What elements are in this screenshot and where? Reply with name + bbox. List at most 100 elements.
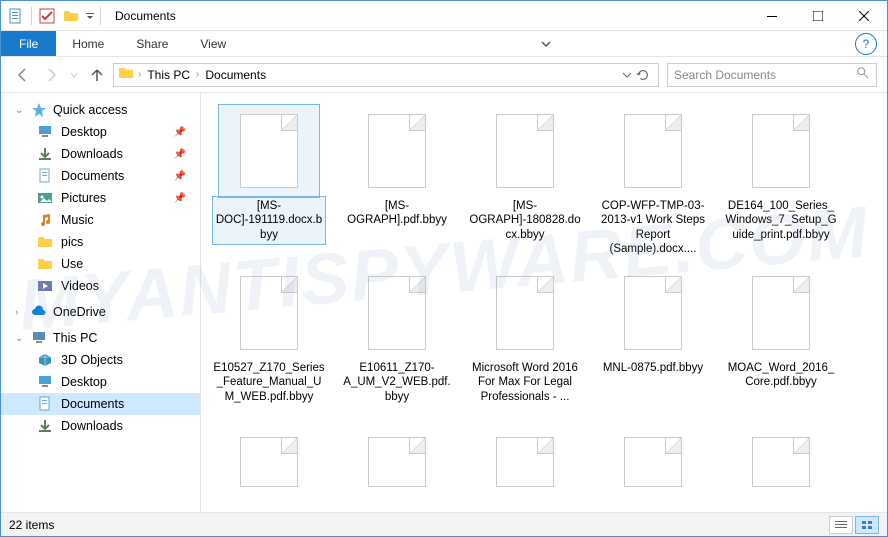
sidebar-item-3d-objects[interactable]: 3D Objects: [1, 349, 200, 371]
cloud-icon: [31, 304, 47, 320]
maximize-button[interactable]: [795, 1, 841, 31]
chevron-right-icon[interactable]: ›: [192, 69, 203, 80]
details-view-button[interactable]: [829, 516, 853, 534]
sidebar-item-documents[interactable]: Documents: [1, 393, 200, 415]
quick-access-group[interactable]: ⌄ Quick access: [1, 99, 200, 121]
back-button[interactable]: [11, 63, 35, 87]
sidebar-item-downloads[interactable]: Downloads: [1, 415, 200, 437]
file-thumbnail: [603, 105, 703, 197]
sidebar-item-label: Documents: [61, 397, 124, 411]
file-thumbnail: [731, 267, 831, 359]
pin-icon: 📌: [174, 193, 192, 204]
qat-check-icon[interactable]: [36, 5, 58, 27]
downloads-icon: [37, 418, 53, 434]
sidebar-item-desktop[interactable]: Desktop📌: [1, 121, 200, 143]
3d-icon: [37, 352, 53, 368]
qat-folder-icon[interactable]: [60, 5, 82, 27]
file-thumbnail: [219, 267, 319, 359]
sidebar-item-documents[interactable]: Documents 📌: [1, 165, 200, 187]
file-item[interactable]: E10611_Z170-A_UM_V2_WEB.pdf.bbyy: [341, 267, 453, 406]
onedrive-group[interactable]: › OneDrive: [1, 301, 200, 323]
search-box[interactable]: Search Documents: [667, 63, 877, 87]
search-icon: [856, 66, 870, 83]
forward-button[interactable]: [39, 63, 63, 87]
collapse-icon[interactable]: ⌄: [15, 105, 25, 116]
documents-icon: [37, 396, 53, 412]
address-dropdown-icon[interactable]: [622, 70, 632, 80]
file-name: [MS-OGRAPH]-180828.docx.bbyy: [469, 197, 581, 244]
collapse-icon[interactable]: ⌄: [15, 333, 25, 344]
file-item[interactable]: E10527_Z170_Series_Feature_Manual_UM_WEB…: [213, 267, 325, 406]
file-item[interactable]: COP-WFP-TMP-03-2013-v1 Work Steps Report…: [597, 105, 709, 257]
recent-dropdown-icon[interactable]: [67, 63, 81, 87]
file-item[interactable]: DE164_100_Series_Windows_7_Setup_Guide_p…: [725, 105, 837, 257]
sidebar-item-use[interactable]: Use: [1, 253, 200, 275]
pc-icon: [31, 330, 47, 346]
main-area: ⌄ Quick access Desktop📌Downloads📌Documen…: [1, 93, 887, 512]
breadcrumb-documents[interactable]: Documents: [203, 68, 268, 82]
sidebar-item-label: Downloads: [61, 147, 123, 161]
sidebar-item-downloads[interactable]: Downloads📌: [1, 143, 200, 165]
sidebar-item-pictures[interactable]: Pictures📌: [1, 187, 200, 209]
downloads-icon: [37, 146, 53, 162]
file-item[interactable]: [725, 416, 837, 508]
folder-icon: [118, 65, 134, 84]
item-count: 22 items: [9, 518, 54, 532]
sidebar-item-label: Downloads: [61, 419, 123, 433]
breadcrumb-this-pc[interactable]: This PC: [145, 68, 192, 82]
file-list[interactable]: [MS-DOC]-191119.docx.bbyy[MS-OGRAPH].pdf…: [201, 93, 887, 512]
tab-home[interactable]: Home: [56, 31, 120, 56]
file-item[interactable]: MOAC_Word_2016_Core.pdf.bbyy: [725, 267, 837, 406]
up-button[interactable]: [85, 63, 109, 87]
pin-icon: 📌: [174, 127, 192, 138]
file-thumbnail: [731, 416, 831, 508]
file-item[interactable]: Microsoft Word 2016 For Max For Legal Pr…: [469, 267, 581, 406]
ribbon-tabs: File Home Share View ?: [1, 31, 887, 57]
sidebar-item-desktop[interactable]: Desktop: [1, 371, 200, 393]
this-pc-label: This PC: [53, 331, 97, 345]
close-button[interactable]: [841, 1, 887, 31]
onedrive-label: OneDrive: [53, 305, 106, 319]
file-item[interactable]: [341, 416, 453, 508]
file-item[interactable]: [469, 416, 581, 508]
file-name: E10611_Z170-A_UM_V2_WEB.pdf.bbyy: [341, 359, 453, 406]
file-item[interactable]: [MS-OGRAPH]-180828.docx.bbyy: [469, 105, 581, 257]
file-item[interactable]: [213, 416, 325, 508]
help-button[interactable]: ?: [855, 33, 877, 55]
file-name: E10527_Z170_Series_Feature_Manual_UM_WEB…: [213, 359, 325, 406]
qat-properties-icon[interactable]: [5, 5, 27, 27]
refresh-icon[interactable]: [636, 68, 650, 82]
file-item[interactable]: [MS-OGRAPH].pdf.bbyy: [341, 105, 453, 257]
file-thumbnail: [603, 267, 703, 359]
sidebar-item-label: Documents: [61, 169, 124, 183]
minimize-button[interactable]: [749, 1, 795, 31]
address-bar-row: › This PC › Documents Search Documents: [1, 57, 887, 93]
pin-icon: 📌: [174, 171, 192, 182]
this-pc-group[interactable]: ⌄ This PC: [1, 327, 200, 349]
sidebar-item-music[interactable]: Music: [1, 209, 200, 231]
file-thumbnail: [475, 267, 575, 359]
file-thumbnail: [219, 105, 319, 197]
file-thumbnail: [475, 416, 575, 508]
sidebar-item-label: Music: [61, 213, 94, 227]
file-tab[interactable]: File: [1, 31, 56, 56]
file-item[interactable]: [597, 416, 709, 508]
chevron-right-icon[interactable]: ›: [134, 69, 145, 80]
sidebar-item-label: Use: [61, 257, 83, 271]
file-item[interactable]: [MS-DOC]-191119.docx.bbyy: [213, 105, 325, 257]
sidebar-item-videos[interactable]: Videos: [1, 275, 200, 297]
tab-view[interactable]: View: [184, 31, 242, 56]
icons-view-button[interactable]: [855, 516, 879, 534]
qat-dropdown-icon[interactable]: [84, 5, 96, 27]
window-controls: [749, 1, 887, 31]
expand-ribbon-icon[interactable]: [540, 38, 552, 50]
tab-share[interactable]: Share: [120, 31, 184, 56]
sidebar-item-pics[interactable]: pics: [1, 231, 200, 253]
file-thumbnail: [475, 105, 575, 197]
music-icon: [37, 212, 53, 228]
file-item[interactable]: MNL-0875.pdf.bbyy: [597, 267, 709, 406]
address-bar[interactable]: › This PC › Documents: [113, 63, 659, 87]
expand-icon[interactable]: ›: [15, 307, 25, 318]
sidebar-item-label: 3D Objects: [61, 353, 123, 367]
sidebar-item-label: Videos: [61, 279, 99, 293]
